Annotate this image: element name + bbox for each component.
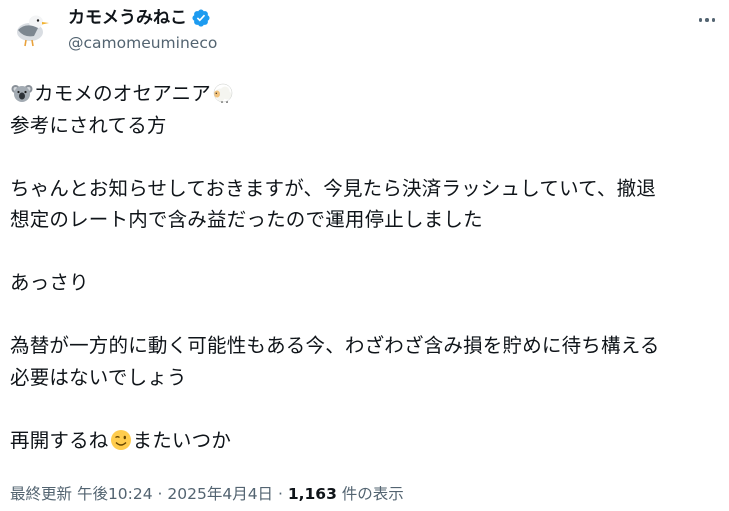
views-label: 件の表示 [336, 485, 404, 503]
avatar[interactable] [10, 8, 50, 48]
dot-icon [711, 18, 716, 22]
verified-badge-icon [192, 9, 210, 27]
author-handle[interactable]: @camomeumineco [68, 33, 217, 53]
tweet-line: 再開するね またいつか [10, 425, 715, 457]
dot-icon [698, 18, 703, 22]
views-count: 1,163 [287, 485, 337, 503]
sheep-emoji-icon [213, 83, 233, 103]
koala-emoji-icon [11, 85, 33, 102]
tweet-line: 必要はないでしょう [10, 365, 187, 389]
author-name-row[interactable]: カモメうみねこ [68, 7, 211, 29]
tweet-timestamp-link[interactable]: 午後10:24 · 2025年4月4日 [77, 485, 273, 503]
tweet-line: 参考にされてる方 [10, 113, 167, 137]
tweet-line-1-text: カモメのオセアニア [34, 82, 211, 105]
tweet-line: あっさり [10, 271, 89, 294]
tweet-metadata: 最終更新 午後10:24 · 2025年4月4日 · 1,163 件の表示 [10, 483, 404, 505]
winking-face-emoji-icon [110, 429, 131, 450]
tweet-date: 2025年4月4日 [167, 485, 274, 503]
more-options-button[interactable] [695, 10, 719, 30]
tweet-time: 午後10:24 [76, 485, 153, 503]
tweet-line-8-part1: 再開するね [10, 428, 109, 452]
dot-icon [705, 18, 709, 22]
seagull-avatar-icon [17, 15, 49, 47]
tweet-text: カモメのオセアニア 参考にされてる方 ちゃんとお知らせしておきますが、今見たら決… [10, 78, 715, 456]
tweet-line: 想定のレート内で含み益だったので運用停止しました [10, 208, 483, 231]
tweet-line: カモメのオセアニア [10, 78, 715, 110]
author-display-name[interactable]: カモメうみねこ [68, 7, 187, 29]
meta-separator: · [152, 485, 168, 503]
tweet-line: 為替が一方的に動く可能性もある今、わざわざ含み損を貯めに待ち構える [10, 334, 660, 357]
tweet-line: ちゃんとお知らせしておきますが、今見たら決済ラッシュしていて、撤退 [10, 176, 657, 200]
meta-separator: · [273, 485, 288, 503]
last-updated-prefix: 最終更新 [10, 485, 77, 503]
tweet-line-8-part2: またいつか [132, 428, 232, 452]
